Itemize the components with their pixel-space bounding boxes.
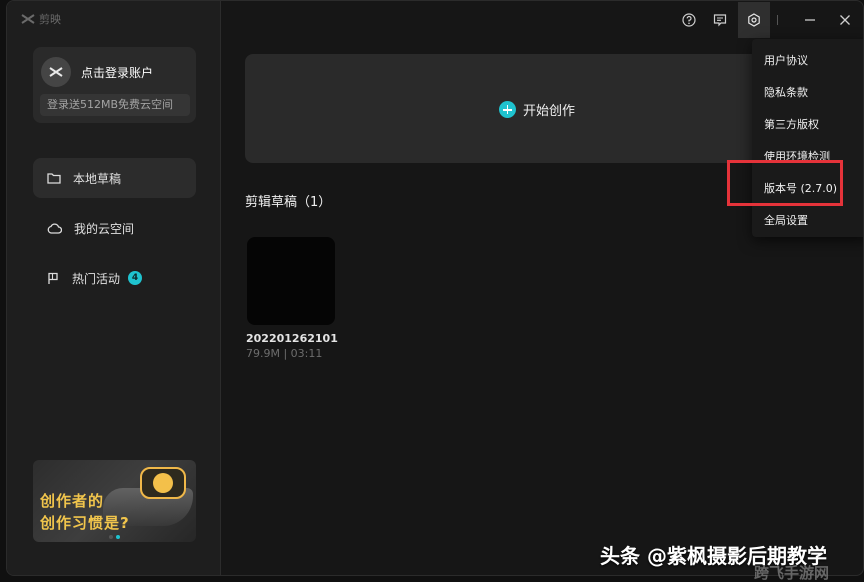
minimize-icon <box>805 19 815 21</box>
close-button[interactable] <box>835 10 855 30</box>
minimize-button[interactable] <box>800 10 820 30</box>
sidebar-item-local-drafts[interactable]: 本地草稿 <box>33 158 196 198</box>
app-name: 剪映 <box>39 13 61 26</box>
sidebar-item-cloud-space[interactable]: 我的云空间 <box>33 208 196 248</box>
start-creation-label: 开始创作 <box>523 104 576 119</box>
titlebar-divider <box>777 15 778 25</box>
menu-item-third-party-copyright[interactable]: 第三方版权 <box>764 116 819 132</box>
menu-item-global-settings[interactable]: 全局设置 <box>764 212 808 228</box>
flag-icon <box>48 272 58 284</box>
corner-watermark: 跨飞手游网 <box>754 564 830 582</box>
login-link[interactable]: 点击登录账户 <box>81 64 153 81</box>
free-storage-button[interactable]: 登录送512MB免费云空间 <box>40 94 190 116</box>
feedback-button[interactable] <box>710 10 730 30</box>
app-brand: 剪映 <box>21 11 61 27</box>
menu-item-privacy-policy[interactable]: 隐私条款 <box>764 84 808 100</box>
sidebar-item-hot-events[interactable]: 热门活动 4 <box>33 258 196 298</box>
promo-banner[interactable]: 创作者的 创作习惯是? <box>33 460 196 542</box>
avatar[interactable] <box>41 57 71 87</box>
close-icon <box>840 15 850 25</box>
cloud-icon <box>47 222 62 234</box>
start-creation-button[interactable]: 开始创作 <box>499 100 575 119</box>
menu-item-user-agreement[interactable]: 用户协议 <box>764 52 808 68</box>
help-button[interactable] <box>679 10 699 30</box>
folder-icon <box>47 173 61 184</box>
account-card[interactable]: 点击登录账户 登录送512MB免费云空间 <box>33 47 196 123</box>
promo-line-1: 创作者的 <box>40 492 105 510</box>
main-area: 开始创作 剪辑草稿（1） 202201262101 79.9M | 03:11 … <box>222 1 863 575</box>
promo-line-2: 创作习惯是? <box>40 514 130 532</box>
capcut-avatar-icon <box>49 67 63 77</box>
settings-button[interactable] <box>738 2 770 38</box>
feedback-icon <box>713 14 727 27</box>
plus-circle-icon <box>499 101 516 118</box>
menu-item-environment-check[interactable]: 使用环境检测 <box>764 148 830 164</box>
capcut-logo-icon <box>21 14 35 24</box>
speech-bubble-icon <box>140 467 186 499</box>
sidebar-item-label: 热门活动 <box>72 271 121 286</box>
sidebar: 剪映 点击登录账户 登录送512MB免费云空间 本地草稿 我的云空间 热门活动 … <box>7 1 221 575</box>
start-creation-card[interactable]: 开始创作 <box>245 54 765 163</box>
settings-dropdown-menu: 用户协议 隐私条款 第三方版权 使用环境检测 版本号 (2.7.0) 全局设置 <box>752 39 863 237</box>
sidebar-item-label: 我的云空间 <box>74 221 135 236</box>
menu-item-version[interactable]: 版本号 (2.7.0) <box>764 180 837 196</box>
carousel-dot-active[interactable] <box>116 535 120 539</box>
app-window: 剪映 点击登录账户 登录送512MB免费云空间 本地草稿 我的云空间 热门活动 … <box>6 0 864 576</box>
drafts-section-title: 剪辑草稿（1） <box>245 195 332 210</box>
notification-badge: 4 <box>128 271 143 285</box>
emoji-face-icon <box>153 473 173 493</box>
carousel-dot[interactable] <box>109 535 113 539</box>
sidebar-item-label: 本地草稿 <box>73 171 122 186</box>
gear-icon <box>748 13 760 27</box>
carousel-dots[interactable] <box>109 535 120 539</box>
draft-name[interactable]: 202201262101 <box>246 332 338 345</box>
help-icon <box>682 13 696 27</box>
draft-thumbnail[interactable] <box>247 237 335 325</box>
draft-meta: 79.9M | 03:11 <box>246 347 323 360</box>
